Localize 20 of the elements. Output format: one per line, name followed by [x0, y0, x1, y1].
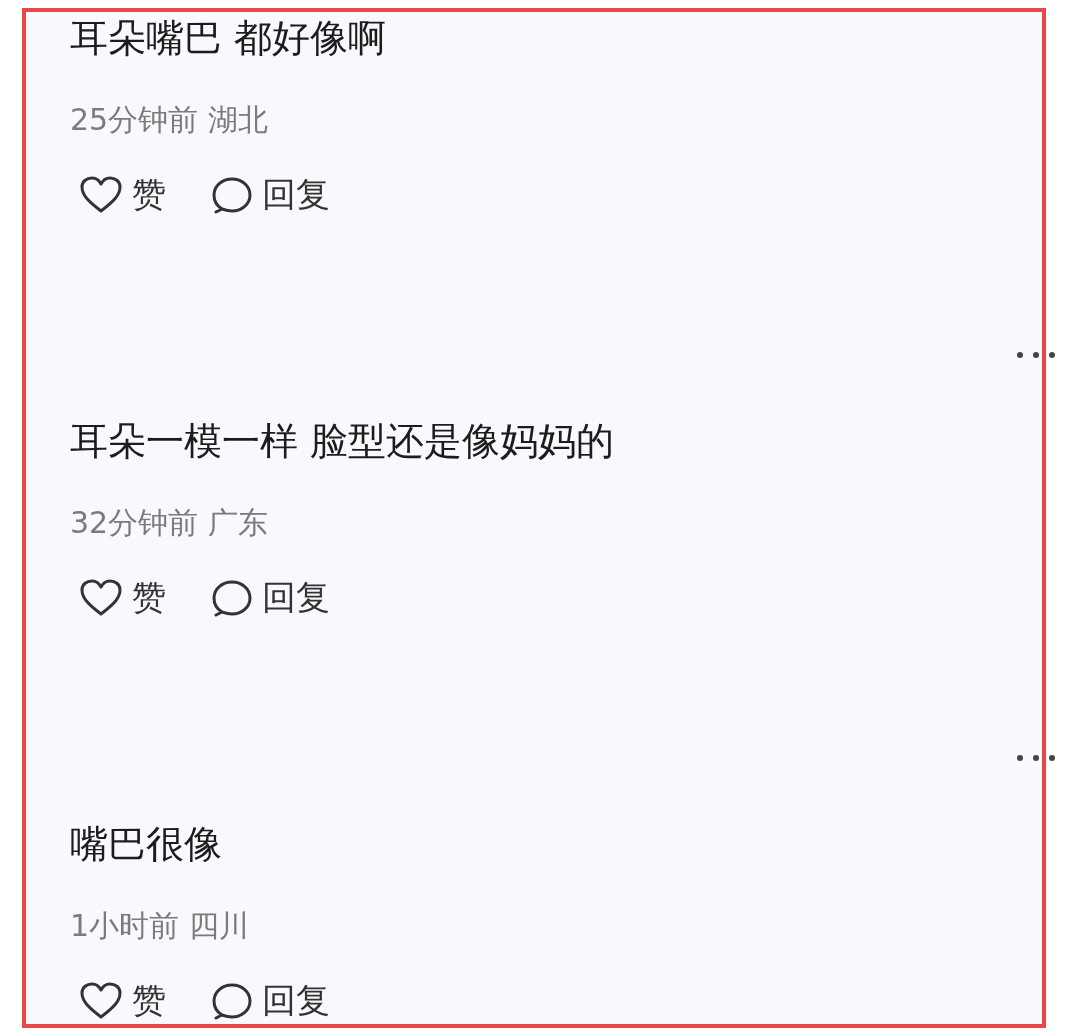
reply-button[interactable]: 回复: [212, 978, 330, 1024]
heart-icon: [80, 579, 122, 617]
reply-button[interactable]: 回复: [212, 172, 330, 218]
speech-bubble-icon: [212, 982, 252, 1020]
more-icon[interactable]: [1016, 754, 1056, 762]
comment-text: 嘴巴很像: [70, 821, 223, 868]
speech-bubble-icon: [212, 176, 252, 214]
reply-button[interactable]: 回复: [212, 575, 330, 621]
comment-text: 耳朵一模一样 脸型还是像妈妈的: [70, 418, 616, 465]
comment-meta: 32分钟前 广东: [70, 504, 269, 542]
comment-text: 耳朵嘴巴 都好像啊: [70, 15, 388, 62]
comment-meta: 25分钟前 湖北: [70, 101, 269, 139]
more-icon[interactable]: [1016, 351, 1056, 359]
heart-icon: [80, 176, 122, 214]
like-button[interactable]: 赞: [80, 978, 166, 1024]
like-button[interactable]: 赞: [80, 575, 166, 621]
heart-icon: [80, 982, 122, 1020]
speech-bubble-icon: [212, 579, 252, 617]
like-button[interactable]: 赞: [80, 172, 166, 218]
comment-meta: 1小时前 四川: [70, 907, 250, 945]
